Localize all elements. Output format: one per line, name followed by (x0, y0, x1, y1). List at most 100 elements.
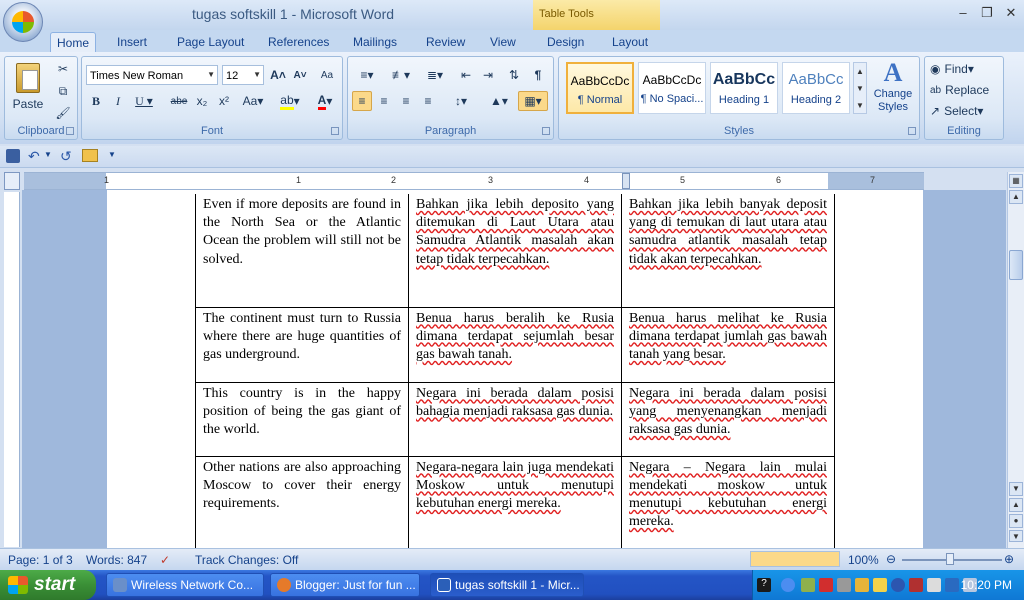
table-cell[interactable]: Negara ini berada dalam posisi yang meny… (621, 381, 835, 457)
antivirus-icon[interactable] (927, 578, 941, 592)
tab-review[interactable]: Review (420, 32, 471, 52)
clock[interactable]: 10:20 PM (961, 578, 1012, 592)
tab-home[interactable]: Home (50, 32, 97, 52)
multilevel-list-icon[interactable]: ≣▾ (420, 65, 450, 85)
tab-references[interactable]: References (262, 32, 335, 52)
browse-object-icon[interactable]: ● (1009, 514, 1023, 528)
table-cell[interactable]: This country is in the happy position of… (195, 381, 409, 457)
copy-icon[interactable]: ⧉ (53, 81, 73, 101)
save-icon[interactable] (6, 149, 20, 163)
page-count[interactable]: Page: 1 of 3 (8, 553, 73, 567)
zoom-out-icon[interactable]: ⊖ (886, 552, 896, 566)
tab-insert[interactable]: Insert (111, 32, 153, 52)
table-cell[interactable]: Bahkan jika lebih deposito yang ditemuka… (408, 194, 622, 308)
subscript-icon[interactable]: x₂ (192, 91, 212, 111)
help-icon[interactable]: ? (757, 578, 771, 592)
app-tray-icon[interactable] (855, 578, 869, 592)
table-cell[interactable]: Bahkan jika lebih banyak deposit yang di… (621, 194, 835, 308)
align-left-icon[interactable]: ≡ (352, 91, 372, 111)
close-icon[interactable]: ✕ (1000, 4, 1022, 22)
style-normal[interactable]: AaBbCcDc ¶ Normal (566, 62, 634, 114)
messenger-icon[interactable] (873, 578, 887, 592)
start-button[interactable]: start (0, 570, 96, 600)
font-size-box[interactable]: 12 ▼ (222, 65, 264, 85)
restore-icon[interactable]: ❐ (976, 4, 998, 22)
numbering-icon[interactable]: ≢▾ (386, 65, 416, 85)
show-formatting-icon[interactable]: ¶ (528, 65, 548, 85)
table-cell[interactable]: Benua harus melihat ke Rusia dimana terd… (621, 306, 835, 383)
bullets-icon[interactable]: ≡▾ (352, 65, 382, 85)
style-heading-1[interactable]: AaBbCc Heading 1 (710, 62, 778, 114)
pdf-icon[interactable] (819, 578, 833, 592)
grow-font-icon[interactable]: A˄ (268, 65, 288, 85)
dialog-launcher-icon[interactable] (66, 127, 74, 135)
task-blogger[interactable]: Blogger: Just for fun ... (270, 573, 420, 597)
table-cell[interactable]: Even if more deposits are found in the N… (195, 194, 409, 308)
select-button[interactable]: ↗ Select ▾ (929, 101, 999, 121)
display-icon[interactable] (945, 578, 959, 592)
align-center-icon[interactable]: ≡ (374, 91, 394, 111)
dialog-launcher-icon[interactable] (908, 127, 916, 135)
dialog-launcher-icon[interactable] (331, 127, 339, 135)
table-cell[interactable]: Negara ini berada dalam posisi bahagia m… (408, 381, 622, 457)
office-button[interactable] (3, 2, 43, 42)
style-no-spacing[interactable]: AaBbCcDc ¶ No Spaci... (638, 62, 706, 114)
paste-button[interactable]: Paste (8, 59, 48, 115)
table-cell[interactable]: Negara – Negara lain mulai mendekati mos… (621, 455, 835, 557)
zoom-in-icon[interactable]: ⊕ (1004, 552, 1014, 566)
line-spacing-icon[interactable]: ↕▾ (446, 91, 476, 111)
previous-page-icon[interactable]: ▲ (1009, 498, 1023, 512)
increase-indent-icon[interactable]: ⇥ (478, 65, 498, 85)
replace-button[interactable]: ab Replace (929, 80, 999, 100)
document-page[interactable]: Even if more deposits are found in the N… (107, 190, 923, 557)
word-count[interactable]: Words: 847 (86, 553, 147, 567)
font-name-box[interactable]: Times New Roman ▼ (86, 65, 218, 85)
redo-icon[interactable]: ↺ (60, 148, 72, 165)
minimize-icon[interactable]: – (952, 4, 974, 22)
align-right-icon[interactable]: ≡ (396, 91, 416, 111)
undo-icon[interactable]: ↶ (28, 148, 40, 165)
borders-icon[interactable]: ▦▾ (518, 91, 548, 111)
font-color-icon[interactable]: A ▾ (310, 91, 340, 111)
chevron-down-icon[interactable]: ▼ (44, 150, 52, 159)
shading-icon[interactable]: ▲▾ (484, 91, 514, 111)
open-folder-icon[interactable] (82, 149, 98, 162)
proofing-icon[interactable]: ✓ (160, 553, 170, 567)
table-cell[interactable]: Other nations are also approaching Mosco… (195, 455, 409, 557)
table-cell[interactable]: The continent must turn to Russia where … (195, 306, 409, 383)
task-word[interactable]: tugas softskill 1 - Micr... (430, 573, 584, 597)
superscript-icon[interactable]: x² (214, 91, 234, 111)
zoom-slider-thumb[interactable] (946, 553, 954, 565)
scroll-down-icon[interactable]: ▼ (1009, 482, 1023, 496)
dialog-launcher-icon[interactable] (542, 127, 550, 135)
tab-view[interactable]: View (484, 32, 522, 52)
justify-icon[interactable]: ≡ (418, 91, 438, 111)
scroll-thumb[interactable] (1009, 250, 1023, 280)
format-painter-icon[interactable]: 🖌 (53, 103, 73, 123)
task-wireless-network[interactable]: Wireless Network Co... (106, 573, 264, 597)
tab-design[interactable]: Design (541, 32, 590, 52)
table-cell[interactable]: Benua harus beralih ke Rusia dimana terd… (408, 306, 622, 383)
strikethrough-icon[interactable]: abe (168, 91, 190, 111)
table-cell[interactable]: Negara-negara lain juga mendekati Moskow… (408, 455, 622, 557)
network-tray-icon[interactable] (801, 578, 815, 592)
highlight-icon[interactable]: ab ▾ (274, 91, 306, 111)
underline-icon[interactable]: U ▾ (130, 91, 158, 111)
shield-icon[interactable] (909, 578, 923, 592)
vertical-ruler[interactable] (4, 192, 20, 547)
track-changes-status[interactable]: Track Changes: Off (195, 553, 298, 567)
scroll-up-icon[interactable]: ▲ (1009, 190, 1023, 204)
horizontal-ruler[interactable]: 1 1 2 3 4 5 6 7 (24, 172, 924, 190)
ruler-tab-selector[interactable] (4, 172, 20, 190)
vertical-scrollbar[interactable]: ▦ ▲ ▼ ▲ ● ▼ (1007, 172, 1024, 548)
tab-layout[interactable]: Layout (606, 32, 654, 52)
bold-icon[interactable]: B (86, 91, 106, 111)
cut-icon[interactable]: ✂ (53, 59, 73, 79)
change-styles-button[interactable]: A Change Styles (870, 58, 916, 122)
next-page-icon[interactable]: ▼ (1009, 530, 1023, 542)
back-arrow-icon[interactable] (781, 578, 795, 592)
tab-mailings[interactable]: Mailings (347, 32, 403, 52)
indent-marker-icon[interactable] (622, 173, 630, 189)
tab-page-layout[interactable]: Page Layout (171, 32, 250, 52)
shrink-font-icon[interactable]: A˅ (290, 65, 310, 85)
